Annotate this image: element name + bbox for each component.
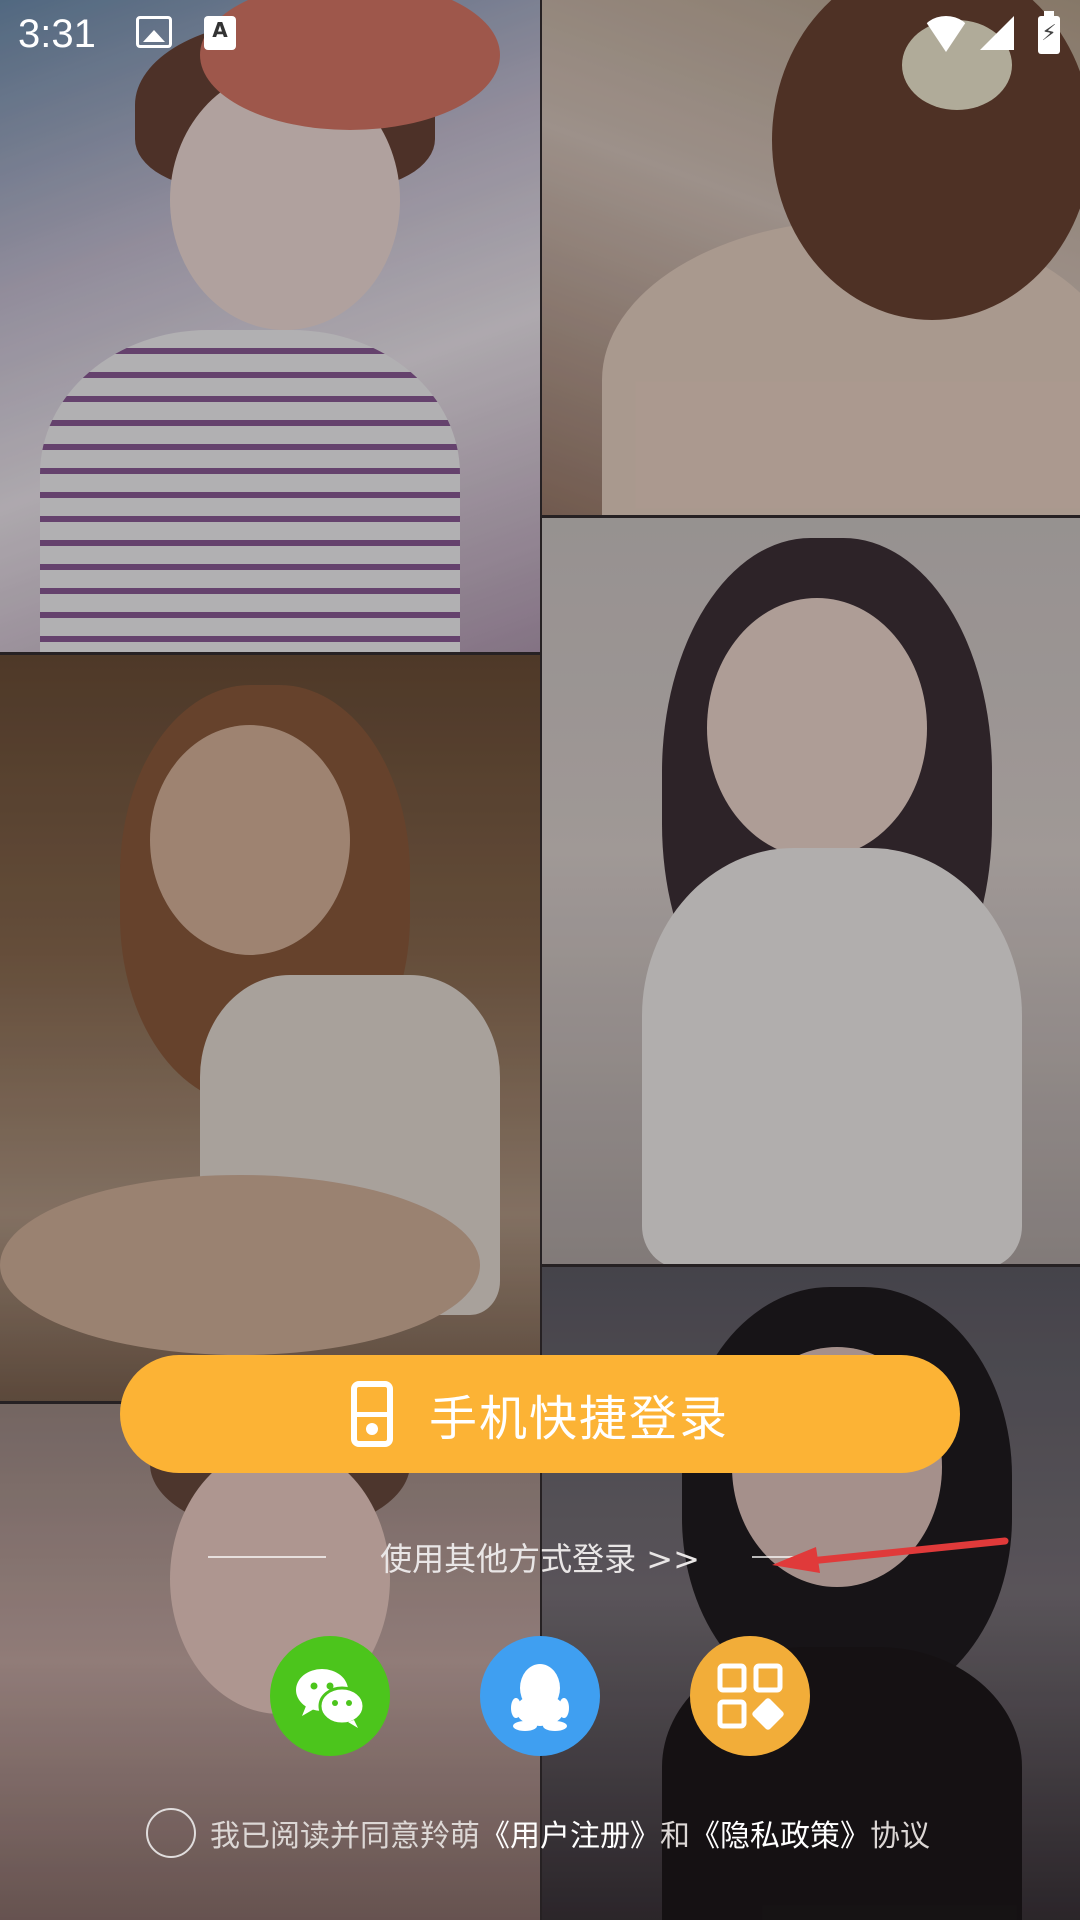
battery-charging-icon: ⚡ — [1038, 11, 1060, 54]
phone-icon — [350, 1381, 393, 1447]
user-agreement-link[interactable]: 《用户注册》 — [480, 1811, 660, 1855]
status-bar: 3:31 A ⚡ — [0, 0, 1080, 72]
agreement-suffix: 协议 — [870, 1819, 930, 1854]
a-notification-icon: A — [204, 16, 236, 50]
wifi-icon — [922, 16, 970, 52]
annotation-arrow-icon — [772, 1537, 1009, 1573]
agreement-row: 我已阅读并同意羚萌 《用户注册》 和 《隐私政策》 协议 — [146, 1806, 966, 1860]
image-icon — [136, 16, 172, 48]
agreement-checkbox[interactable] — [146, 1808, 196, 1858]
apps-icon — [717, 1663, 784, 1730]
phone-login-label: 手机快捷登录 — [428, 1391, 729, 1447]
background-overlay — [0, 0, 1080, 1920]
agreement-and: 和 — [660, 1819, 690, 1854]
qq-icon — [511, 1664, 569, 1731]
wechat-icon — [296, 1669, 366, 1728]
status-time: 3:31 — [18, 12, 96, 56]
privacy-policy-link[interactable]: 《隐私政策》 — [690, 1811, 870, 1855]
wechat-login-button[interactable] — [270, 1636, 390, 1756]
phone-login-button[interactable]: 手机快捷登录 — [120, 1355, 960, 1473]
qq-login-button[interactable] — [480, 1636, 600, 1756]
more-login-button[interactable] — [690, 1636, 810, 1756]
agreement-prefix: 我已阅读并同意羚萌 — [210, 1819, 480, 1854]
signal-icon — [980, 16, 1014, 50]
